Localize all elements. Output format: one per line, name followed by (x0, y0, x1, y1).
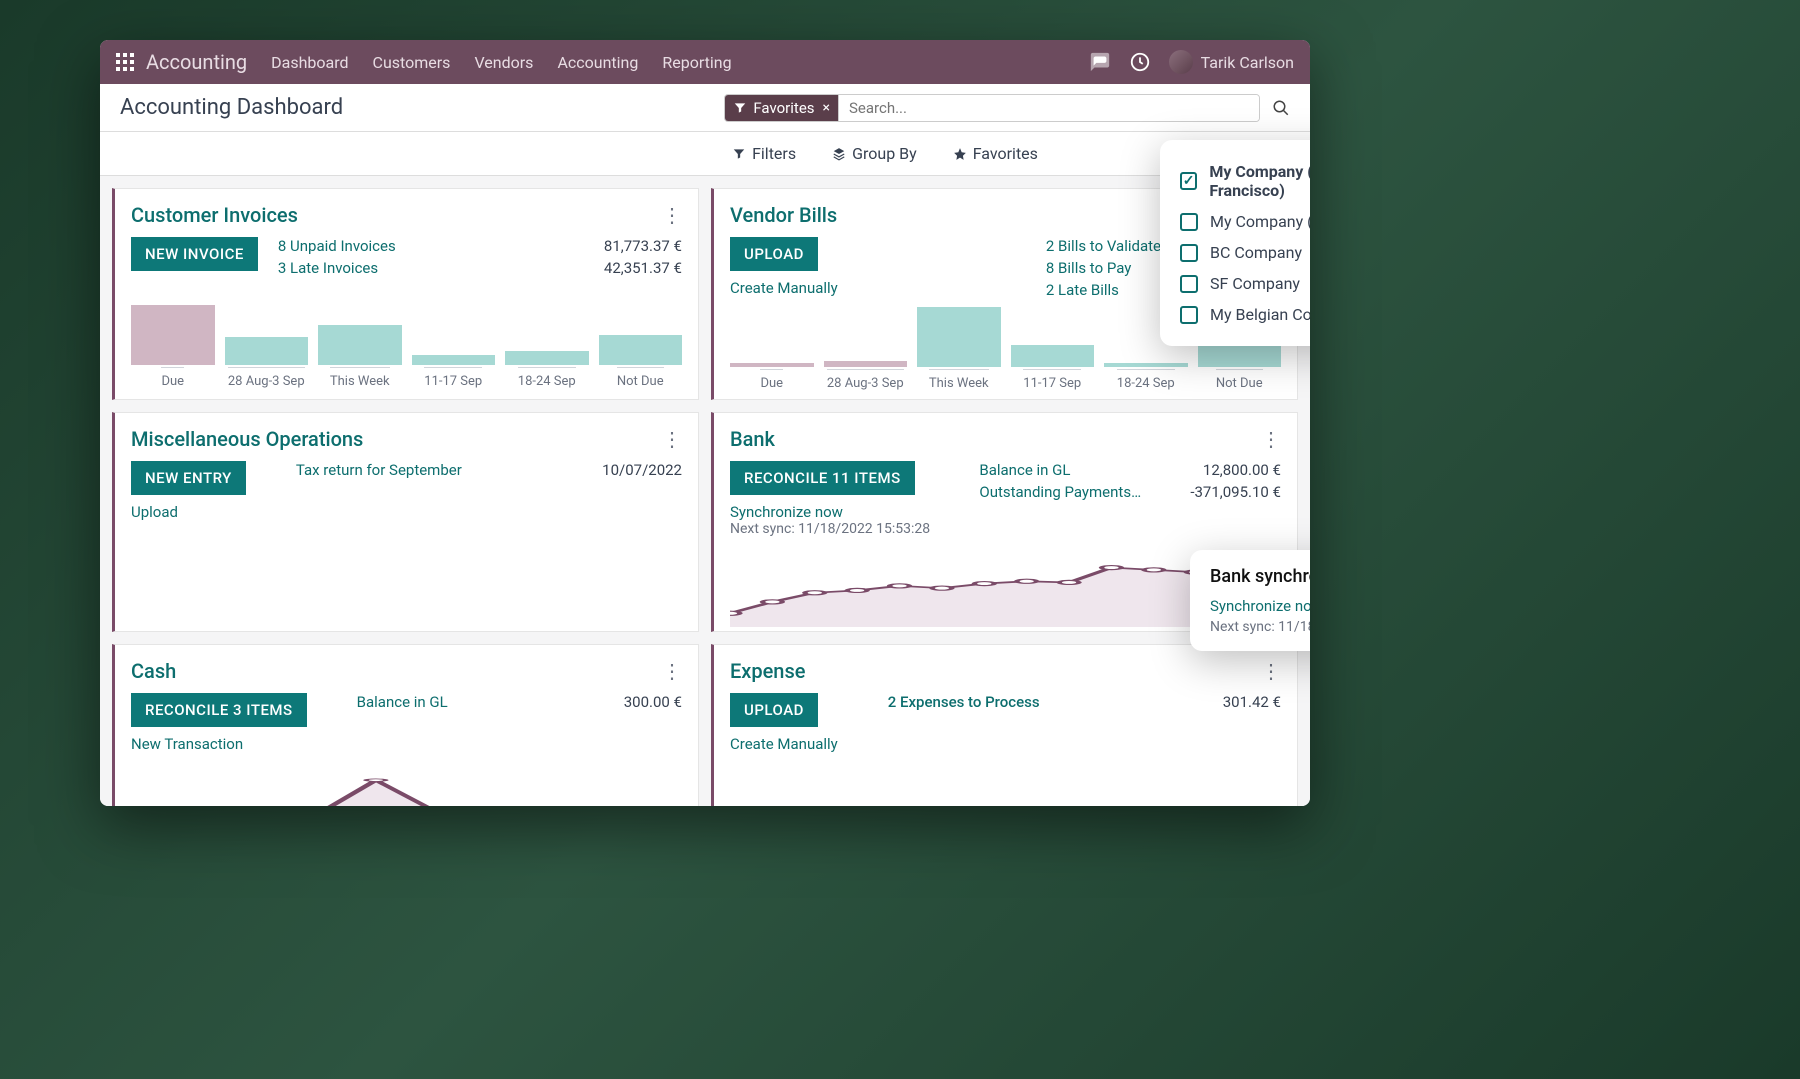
app-name[interactable]: Accounting (146, 50, 247, 74)
bills-pay-link[interactable]: 8 Bills to Pay (1046, 259, 1161, 277)
expense-value: 301.42 € (1223, 693, 1281, 711)
company-label: SF Company (1210, 274, 1300, 293)
kebab-icon[interactable]: ⋮ (662, 661, 682, 681)
company-label: My Belgian Company (1210, 305, 1310, 324)
company-item[interactable]: BC Company (1180, 237, 1310, 268)
favorites-button[interactable]: Favorites (953, 144, 1038, 163)
company-label: BC Company (1210, 243, 1302, 262)
expense-create-link[interactable]: Create Manually (730, 735, 838, 753)
checkbox-icon[interactable] (1180, 306, 1198, 324)
page-title: Accounting Dashboard (120, 95, 343, 120)
company-label: My Company (Chicago) (1210, 212, 1310, 231)
card-title[interactable]: Customer Invoices (131, 203, 298, 227)
next-sync-text: Next sync: 11/18/2022 15:53:28 (730, 521, 930, 537)
checkbox-icon[interactable] (1180, 244, 1198, 262)
sync-popover-link[interactable]: Synchronize now (1210, 597, 1310, 615)
nav-reporting[interactable]: Reporting (662, 53, 731, 72)
filters-button[interactable]: Filters (732, 144, 796, 163)
late-amount: 42,351.37 € (604, 259, 682, 277)
card-expense: Expense ⋮ UPLOAD Create Manually 2 Expen… (711, 644, 1298, 806)
nav-accounting[interactable]: Accounting (557, 53, 638, 72)
new-entry-button[interactable]: NEW ENTRY (131, 461, 246, 495)
search-row: Accounting Dashboard Favorites × (100, 84, 1310, 132)
groupby-button[interactable]: Group By (832, 144, 917, 163)
user-name[interactable]: Tarik Carlson (1201, 53, 1294, 72)
upload-button[interactable]: UPLOAD (730, 237, 818, 271)
cash-balance-link[interactable]: Balance in GL (357, 693, 448, 711)
card-title[interactable]: Bank (730, 427, 775, 451)
checkbox-icon[interactable] (1180, 275, 1198, 293)
bank-sync-popover: Bank synchronization Synchronize now Nex… (1190, 550, 1310, 651)
checkbox-icon[interactable] (1180, 213, 1198, 231)
company-item[interactable]: SF Company (1180, 268, 1310, 299)
reconcile-cash-button[interactable]: RECONCILE 3 ITEMS (131, 693, 307, 727)
balance-gl-link[interactable]: Balance in GL (979, 461, 1141, 479)
kebab-icon[interactable]: ⋮ (1261, 661, 1281, 681)
kebab-icon[interactable]: ⋮ (662, 205, 682, 225)
cash-balance-value: 300.00 € (624, 693, 682, 711)
company-selector-popover: My Company (San Francisco) My Company (Ch… (1160, 140, 1310, 346)
card-cash: Cash ⋮ RECONCILE 3 ITEMS New Transaction… (112, 644, 699, 806)
tax-return-date: 10/07/2022 (602, 461, 682, 479)
search-chip-favorites[interactable]: Favorites × (725, 95, 839, 121)
filter-row: Filters Group By Favorites (100, 132, 1310, 176)
search-icon[interactable] (1272, 99, 1290, 117)
company-item[interactable]: My Belgian Company (1180, 299, 1310, 330)
app-window: Accounting Dashboard Customers Vendors A… (100, 40, 1310, 806)
sync-now-link[interactable]: Synchronize now (730, 503, 843, 521)
tax-return-link[interactable]: Tax return for September (296, 461, 462, 479)
activity-icon[interactable] (1129, 51, 1151, 73)
card-title[interactable]: Vendor Bills (730, 203, 837, 227)
company-item[interactable]: My Company (San Francisco) (1180, 156, 1310, 206)
kebab-icon[interactable]: ⋮ (1261, 429, 1281, 449)
chat-icon[interactable] (1089, 51, 1111, 73)
card-misc-operations: Miscellaneous Operations ⋮ NEW ENTRY Upl… (112, 412, 699, 632)
invoices-chart: Due28 Aug-3 SepThis Week11-17 Sep18-24 S… (131, 319, 682, 389)
cash-sparkline (131, 773, 682, 806)
chip-close-icon[interactable]: × (823, 100, 830, 116)
new-transaction-link[interactable]: New Transaction (131, 735, 243, 753)
late-invoices-link[interactable]: 3 Late Invoices (278, 259, 396, 277)
unpaid-amount: 81,773.37 € (604, 237, 682, 255)
avatar[interactable] (1169, 50, 1193, 74)
bills-late-link[interactable]: 2 Late Bills (1046, 281, 1161, 299)
expenses-process-link[interactable]: 2 Expenses to Process (888, 693, 1040, 711)
kebab-icon[interactable]: ⋮ (662, 429, 682, 449)
company-item[interactable]: My Company (Chicago) (1180, 206, 1310, 237)
sync-popover-next: Next sync: 11/18/2022 15:53:28 (1210, 619, 1310, 635)
card-title[interactable]: Expense (730, 659, 805, 683)
outstanding-link[interactable]: Outstanding Payments… (979, 483, 1141, 501)
dashboard-content: Customer Invoices ⋮ NEW INVOICE 8 Unpaid… (100, 176, 1310, 806)
unpaid-invoices-link[interactable]: 8 Unpaid Invoices (278, 237, 396, 255)
apps-icon[interactable] (116, 53, 134, 71)
balance-gl-value: 12,800.00 € (1190, 461, 1281, 479)
card-customer-invoices: Customer Invoices ⋮ NEW INVOICE 8 Unpaid… (112, 188, 699, 400)
reconcile-button[interactable]: RECONCILE 11 ITEMS (730, 461, 915, 495)
menubar: Accounting Dashboard Customers Vendors A… (100, 40, 1310, 84)
sync-popover-title: Bank synchronization (1210, 566, 1310, 587)
nav-customers[interactable]: Customers (373, 53, 451, 72)
nav-vendors[interactable]: Vendors (474, 53, 533, 72)
card-title[interactable]: Cash (131, 659, 176, 683)
bills-validate-link[interactable]: 2 Bills to Validate (1046, 237, 1161, 255)
search-bar: Favorites × (724, 94, 1260, 122)
upload-link[interactable]: Upload (131, 503, 178, 521)
expense-upload-button[interactable]: UPLOAD (730, 693, 818, 727)
outstanding-value: -371,095.10 € (1190, 483, 1281, 501)
create-manually-link[interactable]: Create Manually (730, 279, 838, 297)
card-title[interactable]: Miscellaneous Operations (131, 427, 363, 451)
company-label: My Company (San Francisco) (1209, 162, 1310, 200)
nav-dashboard[interactable]: Dashboard (271, 53, 348, 72)
checkbox-icon[interactable] (1180, 172, 1197, 190)
new-invoice-button[interactable]: NEW INVOICE (131, 237, 258, 271)
chip-label: Favorites (753, 99, 814, 117)
search-input[interactable] (839, 95, 1259, 121)
